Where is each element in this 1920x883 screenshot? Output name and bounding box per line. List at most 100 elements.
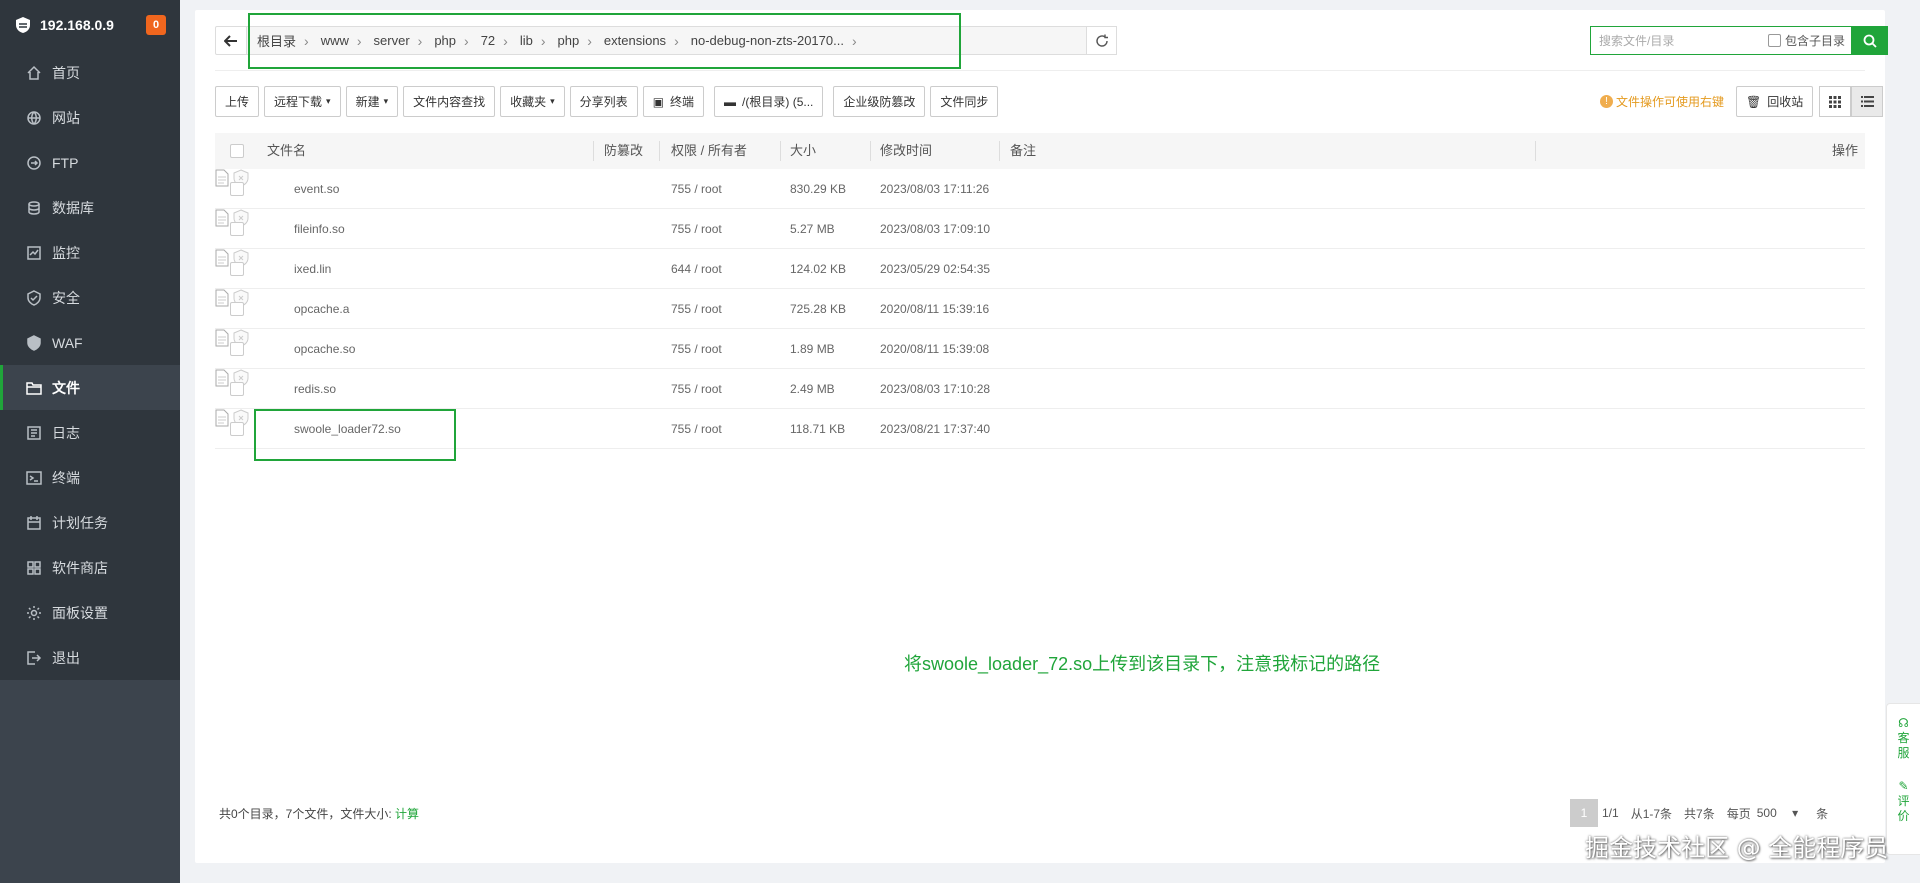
file-name[interactable]: event.so xyxy=(294,169,339,209)
sidebar-item-waf[interactable]: WAF xyxy=(0,320,180,365)
sidebar-item-files[interactable]: 文件 xyxy=(0,365,180,410)
col-header-tamper: 防篡改 xyxy=(604,143,644,158)
file-perm[interactable]: 755 / root xyxy=(671,289,722,329)
favorites-button[interactable]: 收藏夹 ▾ xyxy=(500,86,565,117)
chevron-down-icon: ▾ xyxy=(550,96,555,106)
sidebar-item-cron[interactable]: 计划任务 xyxy=(0,500,180,545)
include-subdir-checkbox[interactable] xyxy=(1767,34,1781,47)
list-view-button[interactable] xyxy=(1851,86,1883,117)
file-icon xyxy=(215,409,229,427)
content-search-button[interactable]: 文件内容查找 xyxy=(403,86,496,117)
file-perm[interactable]: 644 / root xyxy=(671,249,722,289)
file-name[interactable]: ixed.lin xyxy=(294,249,331,289)
calculate-link[interactable]: 计算 xyxy=(395,807,419,821)
list-icon xyxy=(1860,96,1874,107)
recycle-bin-button[interactable]: 🗑 回收站 xyxy=(1736,86,1814,117)
file-name[interactable]: fileinfo.so xyxy=(294,209,345,249)
column-divider xyxy=(870,141,871,161)
upload-button[interactable]: 上传 xyxy=(215,86,260,117)
terminal-button[interactable]: ▣ 终端 xyxy=(642,86,705,117)
row-checkbox[interactable] xyxy=(230,382,244,396)
file-sync-button[interactable]: 文件同步 xyxy=(930,86,999,117)
remote-download-button[interactable]: 远程下载 ▾ xyxy=(264,86,341,117)
favorites-label: 收藏夹 xyxy=(510,95,547,109)
grid-view-button[interactable] xyxy=(1819,86,1851,117)
sidebar-item-database[interactable]: 数据库 xyxy=(0,185,180,230)
file-perm[interactable]: 755 / root xyxy=(671,409,722,449)
file-manager-panel: 根目录 › www › server › php › 72 › lib › php › ext… xyxy=(195,10,1888,863)
view-toggle xyxy=(1819,86,1883,117)
table-row[interactable]: opcache.a 755 / root 725.28 KB 2020/08/1… xyxy=(215,289,1865,329)
tamper-proof-button[interactable]: 企业级防篡改 xyxy=(833,86,926,117)
sidebar-item-website[interactable]: 网站 xyxy=(0,95,180,140)
review-label: 评价 xyxy=(1897,794,1910,823)
home-icon xyxy=(27,65,41,80)
sidebar-item-appstore[interactable]: 软件商店 xyxy=(0,545,180,590)
file-perm[interactable]: 755 / root xyxy=(671,209,722,249)
refresh-icon xyxy=(1095,34,1108,47)
row-checkbox[interactable] xyxy=(230,222,244,236)
row-checkbox[interactable] xyxy=(230,262,244,276)
customer-service-label: 客服 xyxy=(1897,731,1910,760)
notification-badge[interactable]: 0 xyxy=(146,15,166,35)
refresh-button[interactable] xyxy=(1087,26,1117,55)
file-name[interactable]: redis.so xyxy=(294,369,336,409)
review-button[interactable]: ✎ 评价 xyxy=(1898,779,1910,824)
row-checkbox[interactable] xyxy=(230,422,244,436)
search-input[interactable]: 搜索文件/目录 包含子目录 xyxy=(1590,26,1852,55)
file-size: 2.49 MB xyxy=(790,382,835,396)
search-button[interactable] xyxy=(1852,26,1888,55)
file-icon xyxy=(215,289,229,307)
table-row[interactable]: event.so 755 / root 830.29 KB 2023/08/03… xyxy=(215,169,1865,209)
file-icon xyxy=(215,329,229,347)
per-page-label: 每页 xyxy=(1726,806,1751,821)
col-header-mtime[interactable]: 修改时间 xyxy=(880,133,932,169)
col-header-size[interactable]: 大小 xyxy=(790,133,816,169)
file-mtime: 2020/08/11 15:39:16 xyxy=(880,302,990,316)
sidebar-header: 192.168.0.9 0 xyxy=(0,0,180,50)
table-row[interactable]: fileinfo.so 755 / root 5.27 MB 2023/08/0… xyxy=(215,209,1865,249)
file-perm[interactable]: 755 / root xyxy=(671,329,722,369)
table-row[interactable]: ixed.lin 644 / root 124.02 KB 2023/05/29… xyxy=(215,249,1865,289)
sidebar-item-label: WAF xyxy=(52,334,83,351)
terminal-icon: ▣ xyxy=(652,94,665,109)
table-row[interactable]: redis.so 755 / root 2.49 MB 2023/08/03 1… xyxy=(215,369,1865,409)
sidebar-item-logs[interactable]: 日志 xyxy=(0,410,180,455)
sidebar-item-security[interactable]: 安全 xyxy=(0,275,180,320)
share-list-button[interactable]: 分享列表 xyxy=(569,86,638,117)
trash-icon: 🗑 xyxy=(1746,94,1762,109)
file-icon xyxy=(215,209,229,227)
file-name[interactable]: opcache.so xyxy=(294,329,355,369)
sidebar-item-settings[interactable]: 面板设置 xyxy=(0,590,180,635)
sidebar: 192.168.0.9 0 首页 网站 FTP 数据库 监控 安全 WAF 文件… xyxy=(0,0,180,883)
col-header-perm[interactable]: 权限 / 所有者 xyxy=(671,133,747,169)
col-header-name[interactable]: 文件名 xyxy=(267,133,306,169)
table-row[interactable]: opcache.so 755 / root 1.89 MB 2020/08/11… xyxy=(215,329,1865,369)
new-button[interactable]: 新建 ▾ xyxy=(345,86,399,117)
page-1-button[interactable]: 1 xyxy=(1570,799,1598,827)
back-button[interactable] xyxy=(215,26,247,55)
file-mtime: 2020/08/11 15:39:08 xyxy=(880,342,990,356)
calendar-icon xyxy=(27,515,41,530)
file-perm[interactable]: 755 / root xyxy=(671,169,722,209)
customer-service-button[interactable]: ☊ 客服 xyxy=(1898,716,1910,761)
row-checkbox[interactable] xyxy=(230,302,244,316)
column-divider xyxy=(999,141,1000,161)
sidebar-item-ftp[interactable]: FTP xyxy=(0,140,180,185)
sidebar-item-label: 软件商店 xyxy=(52,559,108,576)
sidebar-item-label: 数据库 xyxy=(52,199,94,216)
sidebar-item-terminal[interactable]: 终端 xyxy=(0,455,180,500)
table-row[interactable]: swoole_loader72.so 755 / root 118.71 KB … xyxy=(215,409,1865,449)
sidebar-item-monitor[interactable]: 监控 xyxy=(0,230,180,275)
row-checkbox[interactable] xyxy=(230,342,244,356)
per-page-select[interactable]: 500 ▾ xyxy=(1757,806,1810,820)
waf-shield-icon xyxy=(27,334,41,351)
file-size: 1.89 MB xyxy=(790,342,835,356)
disk-button[interactable]: ▬ /(根目录) (5... xyxy=(714,86,824,117)
select-all-checkbox[interactable] xyxy=(230,144,244,158)
file-perm[interactable]: 755 / root xyxy=(671,369,722,409)
sidebar-item-home[interactable]: 首页 xyxy=(0,50,180,95)
row-checkbox[interactable] xyxy=(230,182,244,196)
sidebar-item-logout[interactable]: 退出 xyxy=(0,635,180,680)
file-name[interactable]: opcache.a xyxy=(294,289,349,329)
